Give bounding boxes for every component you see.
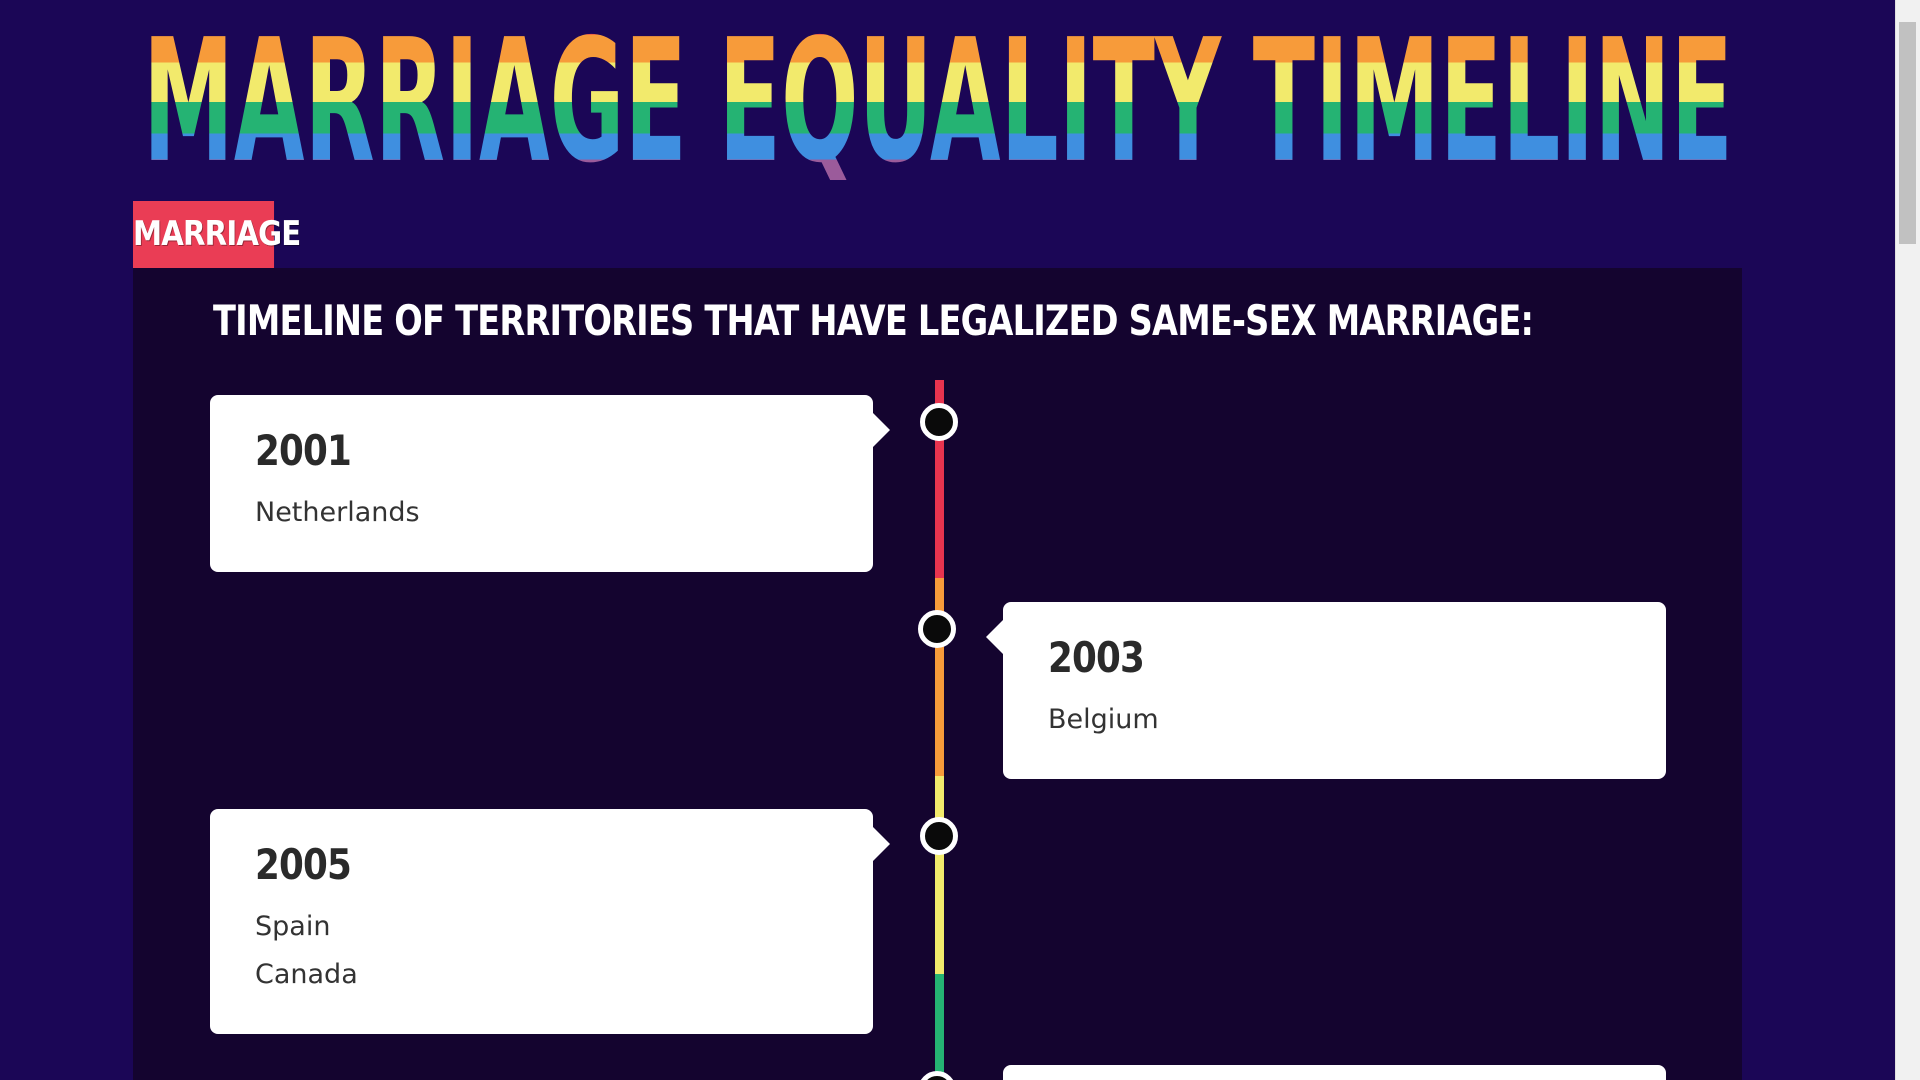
event-country: Canada — [255, 959, 358, 990]
scrollbar-thumb[interactable] — [1899, 22, 1916, 244]
event-country: Belgium — [1048, 704, 1159, 735]
timeline-line-orange — [935, 578, 944, 776]
timeline-line-yellow — [935, 776, 944, 974]
event-year: 2005 — [255, 840, 352, 889]
timeline-dot — [918, 1071, 956, 1080]
timeline-panel: TIMELINE OF TERRITORIES THAT HAVE LEGALI… — [133, 268, 1742, 1080]
page-scrollbar[interactable] — [1895, 0, 1920, 1080]
timeline-card: 2001 Netherlands — [210, 395, 890, 572]
event-year: 2001 — [255, 426, 352, 475]
event-year: 2003 — [1048, 633, 1145, 682]
page-title-text: MARRIAGE EQUALITY TIMELINE — [143, 10, 1733, 180]
page-title: MARRIAGE EQUALITY TIMELINE — [143, 10, 1733, 180]
timeline-card — [1003, 1065, 1666, 1080]
timeline-dot — [918, 610, 956, 648]
timeline-dot — [920, 817, 958, 855]
tab-marriage[interactable]: MARRIAGE — [133, 201, 301, 268]
timeline-card: 2005 Spain Canada — [210, 809, 890, 1034]
timeline-line-green — [935, 974, 944, 1080]
timeline-card: 2003 Belgium — [986, 602, 1666, 779]
timeline-dot — [920, 403, 958, 441]
section-heading: TIMELINE OF TERRITORIES THAT HAVE LEGALI… — [213, 296, 1534, 345]
event-country: Netherlands — [255, 497, 420, 528]
event-country: Spain — [255, 911, 331, 942]
